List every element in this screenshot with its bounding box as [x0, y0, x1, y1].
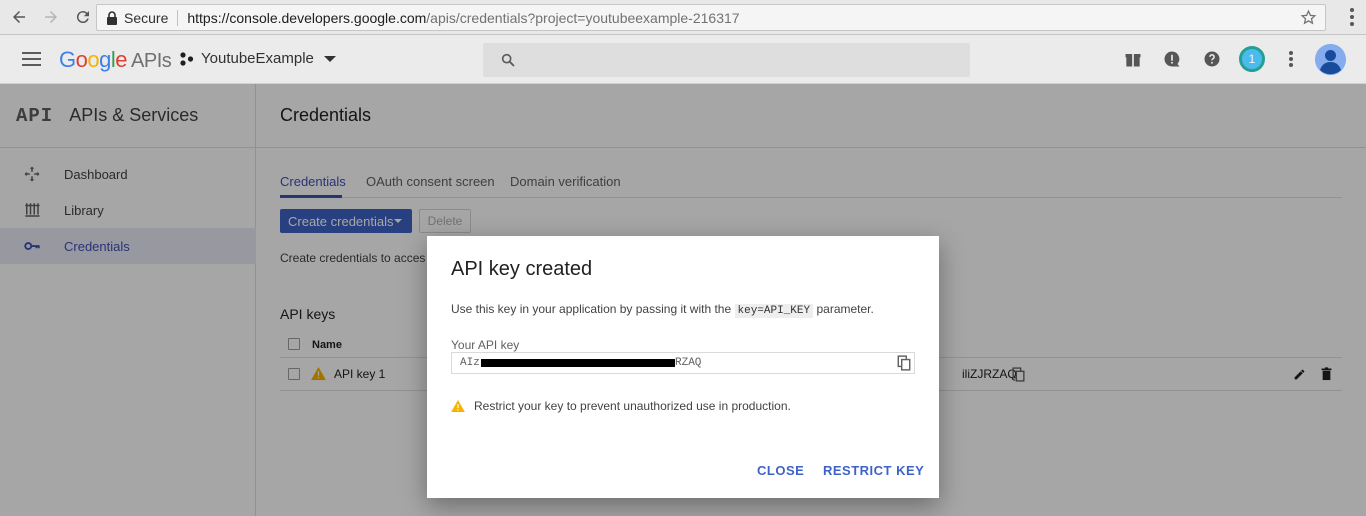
lock-icon	[107, 10, 117, 25]
notifications-badge[interactable]: 1	[1239, 46, 1265, 72]
redaction-bar	[481, 359, 675, 367]
secure-label: Secure	[124, 9, 179, 26]
restriction-warning: Restrict your key to prevent unauthorize…	[451, 399, 791, 413]
api-key-created-dialog: API key created Use this key in your app…	[427, 236, 939, 498]
browser-menu-icon[interactable]	[1350, 8, 1354, 26]
api-key-suffix: RZAQ	[675, 357, 702, 369]
menu-icon[interactable]	[22, 52, 41, 66]
project-picker[interactable]: YoutubeExample	[179, 50, 336, 67]
avatar[interactable]	[1315, 44, 1346, 75]
google-wordmark: Google	[59, 47, 128, 72]
url-host: https://console.developers.google.com	[187, 9, 427, 26]
gift-icon[interactable]	[1123, 49, 1143, 69]
warning-icon	[451, 400, 465, 412]
back-icon[interactable]	[6, 4, 32, 30]
copy-icon[interactable]	[897, 355, 911, 371]
chevron-down-icon	[323, 55, 336, 62]
restriction-warning-text: Restrict your key to prevent unauthorize…	[474, 399, 791, 413]
dialog-description: Use this key in your application by pass…	[451, 302, 874, 318]
close-button[interactable]: CLOSE	[757, 463, 804, 478]
browser-toolbar: Secure https://console.developers.google…	[0, 0, 1366, 35]
app-header: Google APIs YoutubeExample 1	[0, 35, 1366, 84]
dialog-description-text: Use this key in your application by pass…	[451, 302, 732, 316]
restrict-key-button[interactable]: RESTRICT KEY	[823, 463, 924, 478]
reload-icon[interactable]	[70, 4, 96, 30]
key-param-code: key=API_KEY	[734, 304, 814, 318]
search-input[interactable]	[483, 43, 970, 77]
more-options-icon[interactable]	[1289, 51, 1293, 67]
dialog-title: API key created	[451, 258, 593, 280]
google-apis-logo[interactable]: Google APIs	[59, 47, 172, 73]
apis-wordmark: APIs	[131, 50, 172, 72]
forward-icon[interactable]	[38, 4, 64, 30]
project-icon	[180, 51, 194, 66]
help-icon[interactable]	[1202, 49, 1222, 69]
address-bar[interactable]: Secure https://console.developers.google…	[96, 4, 1326, 31]
project-name: YoutubeExample	[201, 50, 314, 67]
dialog-description-suffix: parameter.	[816, 302, 874, 316]
api-key-field[interactable]: AIz RZAQ	[451, 352, 915, 374]
bookmark-star-icon[interactable]	[1300, 9, 1317, 26]
url-path: /apis/credentials?project=youtubeexample…	[426, 9, 740, 26]
feedback-icon[interactable]	[1162, 49, 1182, 69]
api-key-field-label: Your API key	[451, 338, 520, 352]
search-icon	[501, 53, 515, 67]
api-key-prefix: AIz	[460, 357, 480, 369]
